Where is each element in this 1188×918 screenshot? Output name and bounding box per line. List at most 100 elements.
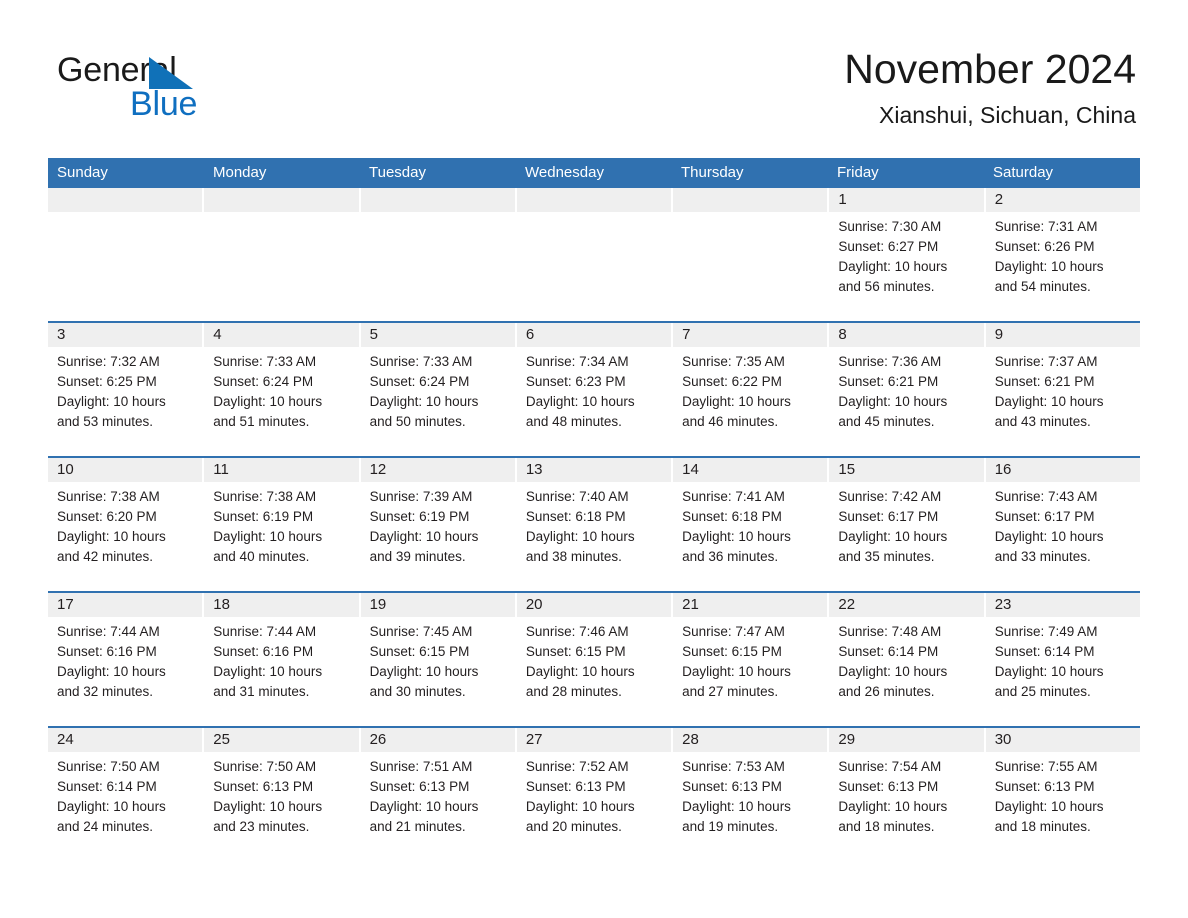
sunset-text: Sunset: 6:26 PM	[994, 239, 1095, 254]
sunrise-text: Sunrise: 7:37 AM	[994, 354, 1098, 369]
calendar-day-cell[interactable]: 25 Sunrise: 7:50 AM Sunset: 6:13 PM Dayligh…	[204, 728, 361, 861]
weekday-header-tuesday: Tuesday	[369, 164, 426, 181]
daylight-text-line1: Daylight: 10 hours	[369, 394, 479, 409]
sunset-text: Sunset: 6:18 PM	[525, 509, 626, 524]
day-number: 22	[829, 593, 984, 617]
day-number	[204, 188, 359, 212]
sunrise-text: Sunrise: 7:39 AM	[369, 489, 473, 504]
calendar-day-cell[interactable]: 28 Sunrise: 7:53 AM Sunset: 6:13 PM Dayligh…	[673, 728, 830, 861]
daylight-text-line1: Daylight: 10 hours	[57, 394, 166, 409]
daylight-text-line2: and 50 minutes.	[369, 414, 466, 429]
sunrise-text: Sunrise: 7:48 AM	[838, 624, 942, 639]
calendar-day-cell-empty	[360, 188, 517, 321]
calendar-day-cell[interactable]: 13 Sunrise: 7:40 AM Sunset: 6:18 PM Dayligh…	[516, 458, 674, 591]
calendar-day-cell[interactable]: 26 Sunrise: 7:51 AM Sunset: 6:13 PM Dayligh…	[360, 728, 517, 861]
day-info: Sunrise: 7:34 AM Sunset: 6:23 PM Daylight:…	[517, 347, 671, 432]
daylight-text-line2: and 31 minutes.	[213, 684, 310, 699]
daylight-text-line1: Daylight: 10 hours	[525, 664, 635, 679]
day-info: Sunrise: 7:44 AM Sunset: 6:16 PM Daylight:…	[48, 617, 202, 702]
daylight-text-line2: and 39 minutes.	[369, 549, 466, 564]
title-block: November 2024 Xianshui, Sichuan, China	[844, 44, 1136, 129]
sunset-text: Sunset: 6:25 PM	[57, 374, 157, 389]
calendar-day-cell-empty	[673, 188, 830, 321]
sunset-text: Sunset: 6:14 PM	[838, 644, 939, 659]
sunrise-text: Sunrise: 7:53 AM	[682, 759, 785, 774]
calendar-day-cell[interactable]: 6 Sunrise: 7:34 AM Sunset: 6:23 PM Daylight…	[516, 323, 674, 456]
day-info: Sunrise: 7:33 AM Sunset: 6:24 PM Daylight:…	[204, 347, 358, 432]
daylight-text-line2: and 35 minutes.	[838, 549, 935, 564]
sunset-text: Sunset: 6:16 PM	[57, 644, 157, 659]
daylight-text-line1: Daylight: 10 hours	[525, 799, 635, 814]
calendar-day-cell[interactable]: 17 Sunrise: 7:44 AM Sunset: 6:16 PM Dayligh…	[48, 593, 205, 726]
calendar-day-cell[interactable]: 2 Sunrise: 7:31 AM Sunset: 6:26 PM Daylight…	[985, 188, 1140, 321]
sunset-text: Sunset: 6:17 PM	[838, 509, 939, 524]
daylight-text-line1: Daylight: 10 hours	[838, 664, 948, 679]
calendar-day-cell[interactable]: 16 Sunrise: 7:43 AM Sunset: 6:17 PM Dayligh…	[985, 458, 1140, 591]
daylight-text-line1: Daylight: 10 hours	[525, 394, 635, 409]
calendar-day-cell[interactable]: 27 Sunrise: 7:52 AM Sunset: 6:13 PM Dayligh…	[516, 728, 674, 861]
calendar-day-cell[interactable]: 7 Sunrise: 7:35 AM Sunset: 6:22 PM Daylight…	[673, 323, 830, 456]
day-info: Sunrise: 7:38 AM Sunset: 6:20 PM Daylight:…	[48, 482, 202, 567]
calendar-day-cell[interactable]: 14 Sunrise: 7:41 AM Sunset: 6:18 PM Dayligh…	[673, 458, 830, 591]
calendar-day-cell-empty	[204, 188, 361, 321]
calendar-day-cell[interactable]: 9 Sunrise: 7:37 AM Sunset: 6:21 PM Daylight…	[985, 323, 1140, 456]
daylight-text-line1: Daylight: 10 hours	[682, 799, 791, 814]
calendar-day-cell[interactable]: 29 Sunrise: 7:54 AM Sunset: 6:13 PM Dayligh…	[829, 728, 986, 861]
generalblue-logo[interactable]: General Blue	[57, 50, 357, 128]
sunset-text: Sunset: 6:13 PM	[213, 779, 314, 794]
calendar-day-cell[interactable]: 4 Sunrise: 7:33 AM Sunset: 6:24 PM Daylight…	[204, 323, 361, 456]
sunset-text: Sunset: 6:15 PM	[369, 644, 470, 659]
calendar-day-cell[interactable]: 22 Sunrise: 7:48 AM Sunset: 6:14 PM Dayligh…	[829, 593, 986, 726]
daylight-text-line1: Daylight: 10 hours	[838, 529, 948, 544]
calendar-day-cell[interactable]: 10 Sunrise: 7:38 AM Sunset: 6:20 PM Dayligh…	[48, 458, 205, 591]
calendar-day-cell[interactable]: 23 Sunrise: 7:49 AM Sunset: 6:14 PM Dayligh…	[985, 593, 1140, 726]
daylight-text-line1: Daylight: 10 hours	[369, 529, 479, 544]
calendar-day-cell[interactable]: 3 Sunrise: 7:32 AM Sunset: 6:25 PM Daylight…	[48, 323, 205, 456]
sunset-text: Sunset: 6:18 PM	[682, 509, 782, 524]
sunrise-text: Sunrise: 7:43 AM	[994, 489, 1098, 504]
location-subtitle: Xianshui, Sichuan, China	[879, 102, 1136, 128]
day-info: Sunrise: 7:50 AM Sunset: 6:13 PM Daylight:…	[204, 752, 358, 837]
day-info: Sunrise: 7:46 AM Sunset: 6:15 PM Daylight:…	[517, 617, 671, 702]
sunrise-text: Sunrise: 7:41 AM	[682, 489, 785, 504]
calendar-day-cell[interactable]: 30 Sunrise: 7:55 AM Sunset: 6:13 PM Dayligh…	[985, 728, 1140, 861]
calendar-day-cell[interactable]: 11 Sunrise: 7:38 AM Sunset: 6:19 PM Dayligh…	[204, 458, 361, 591]
day-number	[360, 188, 515, 212]
daylight-text-line2: and 56 minutes.	[838, 279, 935, 294]
calendar-day-cell[interactable]: 15 Sunrise: 7:42 AM Sunset: 6:17 PM Dayligh…	[829, 458, 986, 591]
daylight-text-line1: Daylight: 10 hours	[682, 394, 791, 409]
daylight-text-line2: and 23 minutes.	[213, 819, 310, 834]
calendar-day-cell[interactable]: 1 Sunrise: 7:30 AM Sunset: 6:27 PM Daylight…	[829, 188, 986, 321]
page-title: November 2024	[844, 46, 1136, 92]
calendar-day-cell[interactable]: 5 Sunrise: 7:33 AM Sunset: 6:24 PM Daylight…	[360, 323, 517, 456]
daylight-text-line2: and 33 minutes.	[994, 549, 1091, 564]
day-number: 11	[204, 458, 359, 482]
daylight-text-line2: and 51 minutes.	[213, 414, 310, 429]
daylight-text-line2: and 42 minutes.	[57, 549, 154, 564]
calendar-week-row: 10 Sunrise: 7:38 AM Sunset: 6:20 PM Dayligh…	[48, 456, 1140, 591]
calendar-day-cell[interactable]: 20 Sunrise: 7:46 AM Sunset: 6:15 PM Dayligh…	[516, 593, 674, 726]
calendar-day-cell[interactable]: 12 Sunrise: 7:39 AM Sunset: 6:19 PM Dayligh…	[360, 458, 517, 591]
day-info: Sunrise: 7:43 AM Sunset: 6:17 PM Daylight:…	[986, 482, 1140, 567]
calendar-day-cell[interactable]: 21 Sunrise: 7:47 AM Sunset: 6:15 PM Dayligh…	[673, 593, 830, 726]
daylight-text-line2: and 53 minutes.	[57, 414, 154, 429]
daylight-text-line1: Daylight: 10 hours	[682, 664, 791, 679]
day-info: Sunrise: 7:32 AM Sunset: 6:25 PM Daylight:…	[48, 347, 202, 432]
day-number: 13	[516, 458, 672, 482]
weekday-header-sunday: Sunday	[57, 164, 108, 181]
sunrise-text: Sunrise: 7:38 AM	[57, 489, 160, 504]
weekday-header-thursday: Thursday	[681, 164, 744, 181]
daylight-text-line2: and 25 minutes.	[994, 684, 1091, 699]
day-number: 25	[204, 728, 359, 752]
daylight-text-line1: Daylight: 10 hours	[994, 394, 1104, 409]
calendar-day-cell[interactable]: 19 Sunrise: 7:45 AM Sunset: 6:15 PM Dayligh…	[360, 593, 517, 726]
calendar-week-row: 1 Sunrise: 7:30 AM Sunset: 6:27 PM Daylight…	[48, 188, 1140, 321]
calendar-day-cell[interactable]: 8 Sunrise: 7:36 AM Sunset: 6:21 PM Daylight…	[829, 323, 986, 456]
day-info: Sunrise: 7:40 AM Sunset: 6:18 PM Daylight:…	[517, 482, 671, 567]
calendar-day-cell[interactable]: 24 Sunrise: 7:50 AM Sunset: 6:14 PM Dayligh…	[48, 728, 205, 861]
sunset-text: Sunset: 6:13 PM	[369, 779, 470, 794]
day-number: 2	[985, 188, 1140, 212]
day-number: 27	[516, 728, 672, 752]
calendar-day-cell[interactable]: 18 Sunrise: 7:44 AM Sunset: 6:16 PM Dayligh…	[204, 593, 361, 726]
day-number: 15	[829, 458, 984, 482]
